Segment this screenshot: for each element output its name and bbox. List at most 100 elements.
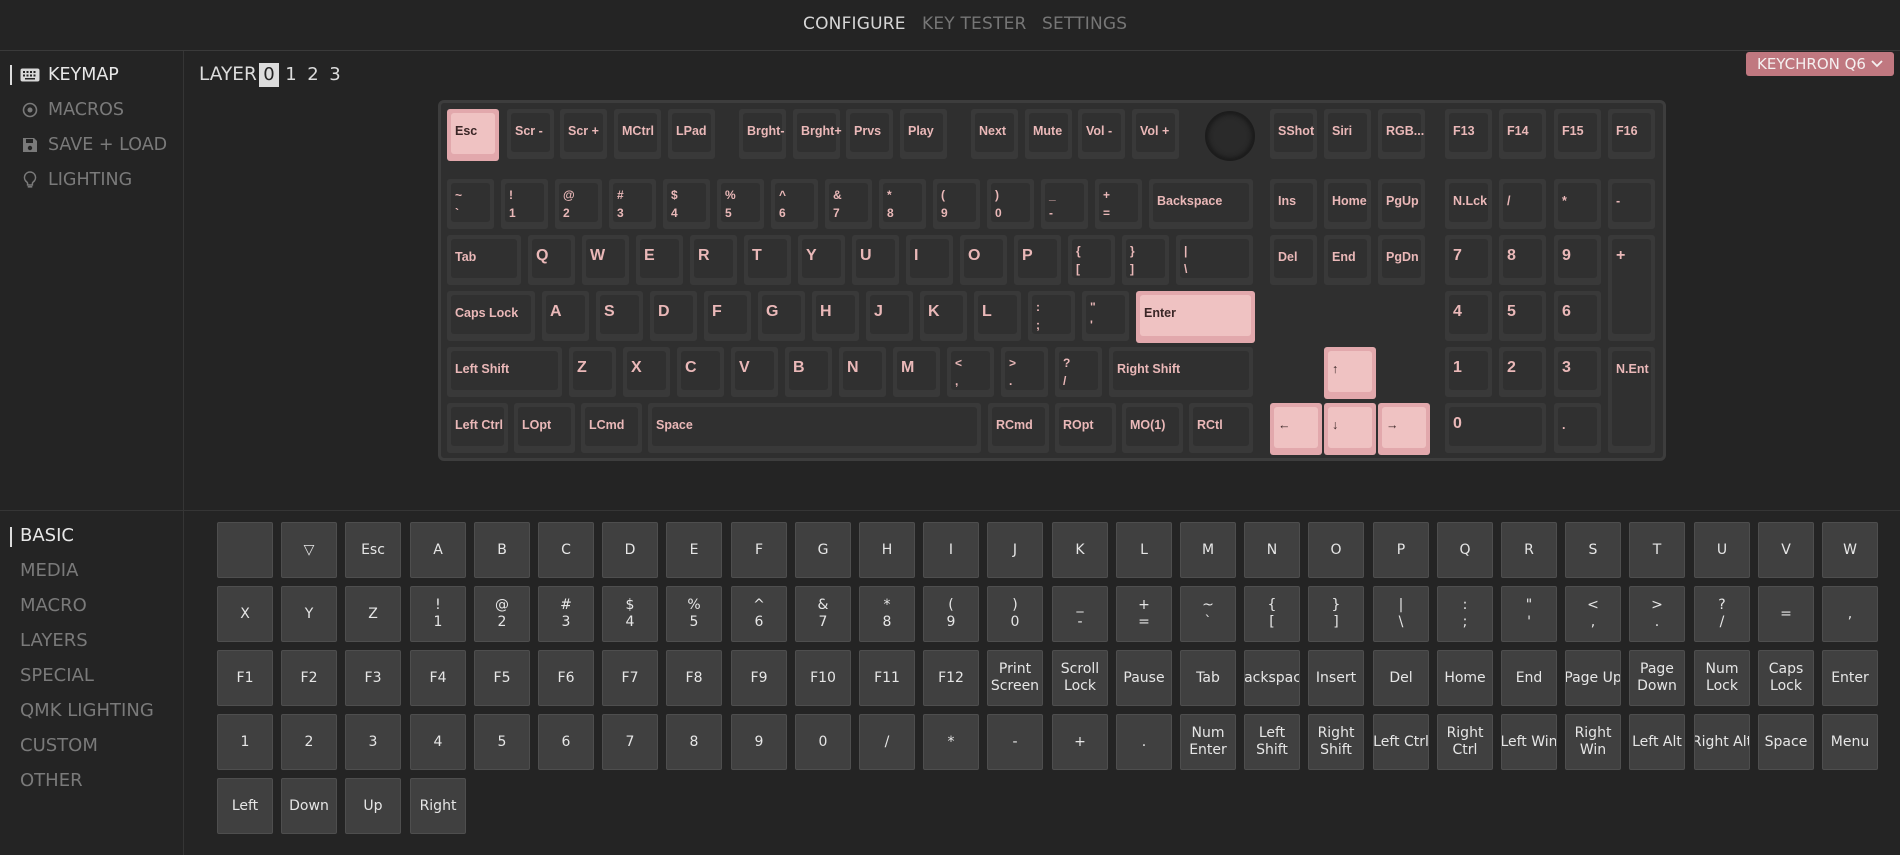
keycode-x[interactable]: X: [217, 586, 273, 642]
sidebar-item-save-load[interactable]: SAVE + LOAD: [20, 132, 167, 158]
category-qmk-lighting[interactable]: QMK LIGHTING: [20, 700, 154, 721]
keycode-i[interactable]: I: [923, 522, 979, 578]
key-c[interactable]: C: [677, 347, 724, 397]
keycode-1[interactable]: ! 1: [410, 586, 466, 642]
key-symbol[interactable]: -: [1608, 179, 1655, 229]
keycode-h[interactable]: H: [859, 522, 915, 578]
key-h[interactable]: H: [812, 291, 859, 341]
keycode-up[interactable]: Up: [345, 778, 401, 834]
keycode-right-ctrl[interactable]: Right Ctrl: [1437, 714, 1493, 770]
layer-button-2[interactable]: 2: [303, 63, 323, 87]
keycode-page-up[interactable]: Page Up: [1565, 650, 1621, 706]
keycode-caps-lock[interactable]: Caps Lock: [1758, 650, 1814, 706]
key-z[interactable]: Z: [569, 347, 616, 397]
key-caps-lock[interactable]: Caps Lock: [447, 291, 535, 341]
key-symbol[interactable]: .: [1554, 403, 1601, 453]
key-symbol[interactable]: > .: [1001, 347, 1048, 397]
keycode-y[interactable]: Y: [281, 586, 337, 642]
keycode-f11[interactable]: F11: [859, 650, 915, 706]
keycode-del[interactable]: Del: [1373, 650, 1429, 706]
keycode-left-win[interactable]: Left Win: [1501, 714, 1557, 770]
keycode-3[interactable]: 3: [345, 714, 401, 770]
key-mctrl[interactable]: MCtrl: [614, 109, 661, 159]
keycode-print-screen[interactable]: Print Screen: [987, 650, 1043, 706]
key-9[interactable]: ( 9: [933, 179, 980, 229]
key-r[interactable]: R: [690, 235, 737, 285]
keycode-symbol[interactable]: *: [923, 714, 979, 770]
keycode-4[interactable]: 4: [410, 714, 466, 770]
keycode-backspace[interactable]: Backspace: [1244, 650, 1300, 706]
key-tab[interactable]: Tab: [447, 235, 521, 285]
layer-button-3[interactable]: 3: [325, 63, 345, 87]
key-d[interactable]: D: [650, 291, 697, 341]
keycode-s[interactable]: S: [1565, 522, 1621, 578]
key-symbol[interactable]: ←: [1270, 403, 1322, 455]
keycode-7[interactable]: 7: [602, 714, 658, 770]
key-symbol[interactable]: _ -: [1041, 179, 1088, 229]
keycode-symbol[interactable]: ? /: [1694, 586, 1750, 642]
keycode-2[interactable]: 2: [281, 714, 337, 770]
key-rgb[interactable]: RGB...: [1378, 109, 1425, 159]
key-siri[interactable]: Siri: [1324, 109, 1371, 159]
keycode-d[interactable]: D: [602, 522, 658, 578]
keycode-0[interactable]: ) 0: [987, 586, 1043, 642]
keycode-menu[interactable]: Menu: [1822, 714, 1878, 770]
keycode-page-down[interactable]: Page Down: [1629, 650, 1685, 706]
key-symbol[interactable]: /: [1499, 179, 1546, 229]
keycode-f5[interactable]: F5: [474, 650, 530, 706]
keycode-symbol[interactable]: " ': [1501, 586, 1557, 642]
layer-button-0[interactable]: 0: [259, 63, 279, 87]
keycode-right-win[interactable]: Right Win: [1565, 714, 1621, 770]
key-n-lck[interactable]: N.Lck: [1445, 179, 1492, 229]
keycode-symbol[interactable]: +: [1052, 714, 1108, 770]
keycode-symbol[interactable]: } ]: [1308, 586, 1364, 642]
key-5[interactable]: 5: [1499, 291, 1546, 341]
key-enter[interactable]: Enter: [1136, 291, 1255, 343]
key-prvs[interactable]: Prvs: [846, 109, 893, 159]
key-lopt[interactable]: LOpt: [514, 403, 575, 453]
key-v[interactable]: V: [731, 347, 778, 397]
keycode-enter[interactable]: Enter: [1822, 650, 1878, 706]
key-f[interactable]: F: [704, 291, 751, 341]
keycode-f1[interactable]: F1: [217, 650, 273, 706]
key-6[interactable]: 6: [1554, 291, 1601, 341]
sidebar-item-keymap[interactable]: KEYMAP: [10, 62, 119, 88]
key-symbol[interactable]: { [: [1068, 235, 1115, 285]
keycode-left[interactable]: Left: [217, 778, 273, 834]
tab-key-tester[interactable]: KEY TESTER: [922, 14, 1027, 34]
keycode-f[interactable]: F: [731, 522, 787, 578]
key-left-ctrl[interactable]: Left Ctrl: [447, 403, 508, 453]
keycode-symbol[interactable]: /: [859, 714, 915, 770]
keycode-pause[interactable]: Pause: [1116, 650, 1172, 706]
key-play[interactable]: Play: [900, 109, 947, 159]
key-l[interactable]: L: [974, 291, 1021, 341]
category-macro[interactable]: MACRO: [20, 595, 87, 616]
key-m[interactable]: M: [893, 347, 940, 397]
keycode-scroll-lock[interactable]: Scroll Lock: [1052, 650, 1108, 706]
keycode-w[interactable]: W: [1822, 522, 1878, 578]
layer-button-1[interactable]: 1: [281, 63, 301, 87]
keycode-f12[interactable]: F12: [923, 650, 979, 706]
key-symbol[interactable]: ↑: [1324, 347, 1376, 399]
key-symbol[interactable]: } ]: [1122, 235, 1169, 285]
key-8[interactable]: * 8: [879, 179, 926, 229]
rotary-encoder-knob[interactable]: [1203, 109, 1259, 161]
key-esc[interactable]: Esc: [447, 109, 499, 161]
key-6[interactable]: ^ 6: [771, 179, 818, 229]
key-n-ent[interactable]: N.Ent: [1608, 347, 1655, 453]
keycode-symbol[interactable]: ~ `: [1180, 586, 1236, 642]
key-sshot[interactable]: SShot: [1270, 109, 1317, 159]
key-symbol[interactable]: | \: [1176, 235, 1253, 285]
keycode-f3[interactable]: F3: [345, 650, 401, 706]
keycode-4[interactable]: $ 4: [602, 586, 658, 642]
keycode-symbol[interactable]: ,: [1822, 586, 1878, 642]
keycode-u[interactable]: U: [1694, 522, 1750, 578]
key-0[interactable]: 0: [1445, 403, 1546, 453]
keycode-n[interactable]: N: [1244, 522, 1300, 578]
key-0[interactable]: ) 0: [987, 179, 1034, 229]
keycode-p[interactable]: P: [1373, 522, 1429, 578]
keycode-a[interactable]: A: [410, 522, 466, 578]
key-3[interactable]: # 3: [609, 179, 656, 229]
key-f13[interactable]: F13: [1445, 109, 1492, 159]
keycode-9[interactable]: ( 9: [923, 586, 979, 642]
